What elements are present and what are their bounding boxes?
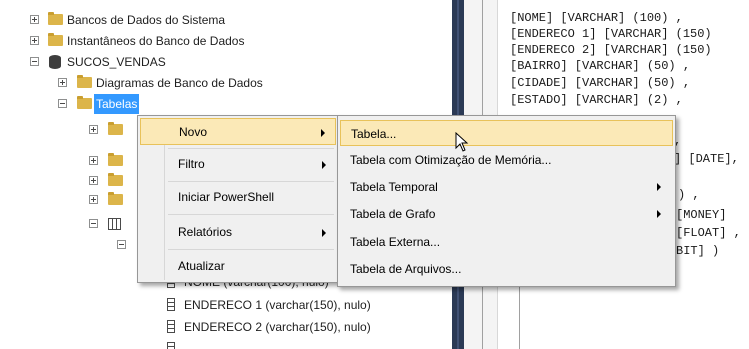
column-icon <box>167 342 175 349</box>
submenu-arrow-icon <box>657 183 661 191</box>
tree-node-diagrams[interactable]: Diagramas de Banco de Dados <box>0 73 330 93</box>
menu-item-label: Tabela com Otimização de Memória... <box>350 153 552 167</box>
tree-node-system-databases[interactable]: Bancos de Dados do Sistema <box>0 10 330 30</box>
tree-node-database-snapshots[interactable]: Instantâneos do Banco de Dados <box>0 31 330 51</box>
tree-node-label: Bancos de Dados do Sistema <box>67 13 226 27</box>
menu-item-start-powershell[interactable]: Iniciar PowerShell <box>140 184 336 211</box>
tree-node-sucos-vendas[interactable]: SUCOS_VENDAS <box>0 52 330 72</box>
folder-icon <box>48 12 63 25</box>
tree-node-label: ENDERECO 2 (varchar(150), nulo) <box>184 320 371 334</box>
menu-item-reports[interactable]: Relatórios <box>140 219 336 246</box>
menu-item-filter[interactable]: Filtro <box>140 151 336 178</box>
collapse-icon[interactable] <box>58 99 67 108</box>
code-line: ] [DATE], <box>674 152 739 166</box>
tree-node-column[interactable] <box>0 339 240 349</box>
tree-node-label: Diagramas de Banco de Dados <box>96 76 263 90</box>
submenu-item-file-table[interactable]: Tabela de Arquivos... <box>340 256 673 282</box>
code-line: BIT] ) <box>676 244 720 258</box>
expand-icon[interactable] <box>58 78 67 87</box>
menu-item-new[interactable]: Novo <box>140 118 336 145</box>
submenu-item-graph-table[interactable]: Tabela de Grafo <box>340 201 673 227</box>
column-icon <box>167 320 175 333</box>
menu-item-label: Tabela... <box>351 127 397 141</box>
mouse-pointer-icon <box>455 132 469 152</box>
code-line: [NOME] [VARCHAR] (100) , <box>510 11 683 25</box>
submenu-new: Tabela... Tabela com Otimização de Memór… <box>337 115 676 287</box>
tree-node-child[interactable] <box>0 190 140 210</box>
submenu-arrow-icon <box>657 210 661 218</box>
code-line: [CIDADE] [VARCHAR] (50) , <box>510 76 691 90</box>
expand-icon[interactable] <box>30 36 39 45</box>
table-icon <box>108 218 121 230</box>
folder-icon <box>77 75 92 88</box>
code-line: [MONEY] <box>676 208 727 222</box>
menu-item-label: Atualizar <box>178 259 225 273</box>
code-block-bracket <box>519 285 520 349</box>
menu-item-label: Relatórios <box>178 225 233 239</box>
menu-separator <box>168 249 334 250</box>
menu-separator <box>168 181 334 182</box>
tree-node-child[interactable] <box>0 151 140 171</box>
expand-icon[interactable] <box>89 125 98 134</box>
context-menu: Novo Filtro Iniciar PowerShell Relatório… <box>137 115 339 283</box>
folder-icon <box>48 33 63 46</box>
submenu-item-table[interactable]: Tabela... <box>340 120 673 146</box>
tree-node-label: ENDERECO 1 (varchar(150), nulo) <box>184 298 371 312</box>
folder-icon <box>108 153 123 166</box>
folder-icon <box>108 192 123 205</box>
tree-node-label: SUCOS_VENDAS <box>67 55 166 69</box>
tree-node-column[interactable]: ENDERECO 1 (varchar(150), nulo) <box>0 295 420 315</box>
collapse-icon[interactable] <box>89 219 98 228</box>
menu-item-refresh[interactable]: Atualizar <box>140 253 336 280</box>
menu-separator <box>168 214 334 215</box>
menu-item-label: Iniciar PowerShell <box>178 190 275 204</box>
tree-node-columns-folder[interactable] <box>0 235 140 255</box>
folder-icon <box>77 96 92 109</box>
tree-node-child[interactable] <box>0 120 140 140</box>
submenu-item-temporal-table[interactable]: Tabela Temporal <box>340 174 673 200</box>
menu-item-label: Tabela Temporal <box>350 180 438 194</box>
expand-icon[interactable] <box>89 156 98 165</box>
menu-separator <box>168 148 334 149</box>
menu-item-label: Tabela Externa... <box>350 235 441 249</box>
code-line: [ENDERECO 2] [VARCHAR] (150) <box>510 43 712 57</box>
tree-node-tables[interactable]: Tabelas <box>0 94 330 114</box>
submenu-arrow-icon <box>321 129 325 137</box>
menu-item-label: Novo <box>179 125 208 139</box>
database-icon <box>49 55 61 69</box>
menu-item-label: Tabela de Arquivos... <box>350 262 462 276</box>
tree-node-label: Tabelas <box>94 94 140 114</box>
menu-item-label: Tabela de Grafo <box>350 207 436 221</box>
submenu-item-memory-optimized-table[interactable]: Tabela com Otimização de Memória... <box>340 147 673 173</box>
menu-item-label: Filtro <box>178 157 205 171</box>
tree-node-label: Instantâneos do Banco de Dados <box>67 34 245 48</box>
submenu-item-external-table[interactable]: Tabela Externa... <box>340 229 673 255</box>
code-line: [FLOAT] , <box>676 226 741 240</box>
tree-node-table[interactable] <box>0 214 140 234</box>
column-icon <box>167 298 175 311</box>
collapse-icon[interactable] <box>30 57 39 66</box>
code-line: [ENDERECO 1] [VARCHAR] (150) <box>510 27 712 41</box>
submenu-arrow-icon <box>322 161 326 169</box>
expand-icon[interactable] <box>30 15 39 24</box>
code-line: [ESTADO] [VARCHAR] (2) , <box>510 93 683 107</box>
submenu-arrow-icon <box>322 229 326 237</box>
expand-icon[interactable] <box>89 176 98 185</box>
code-line: [BAIRRO] [VARCHAR] (50) , <box>510 59 691 73</box>
folder-icon <box>108 173 123 186</box>
tree-node-child[interactable] <box>0 171 140 191</box>
expand-icon[interactable] <box>89 195 98 204</box>
code-line: ) , <box>678 188 700 202</box>
collapse-icon[interactable] <box>117 240 126 249</box>
tree-node-column[interactable]: ENDERECO 2 (varchar(150), nulo) <box>0 317 420 337</box>
folder-icon <box>108 122 123 135</box>
